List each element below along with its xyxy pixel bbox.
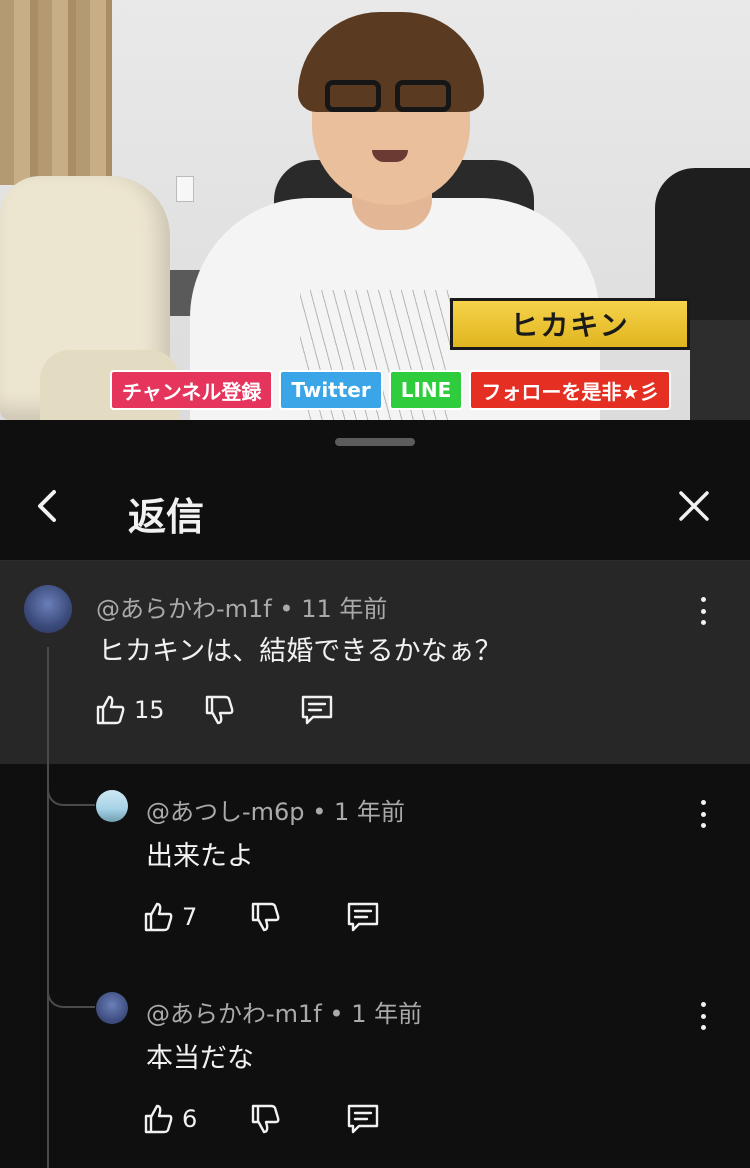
separator-dot: • [312, 798, 327, 826]
tag-follow: フォローを是非★彡 [469, 370, 672, 410]
tag-subscribe: チャンネル登録 [110, 370, 274, 410]
comment-time: 1 年前 [351, 1000, 423, 1028]
more-options-button[interactable] [698, 800, 708, 828]
like-count: 15 [134, 696, 165, 724]
comment-time: 1 年前 [333, 798, 405, 826]
reply-comment: @あらかわ-m1f • 1 年前 本当だな 6 [0, 966, 750, 1168]
comment-meta: @あつし-m6p • 1 年前 [146, 792, 405, 827]
comment-text: ヒカキンは、結婚できるかなぁ？ [98, 636, 502, 667]
comment-actions: 6 [142, 1102, 381, 1136]
video-player[interactable]: ヒカキン チャンネル登録 Twitter LINE フォローを是非★彡 [0, 0, 750, 420]
chevron-left-icon [38, 490, 56, 522]
reply-comment-icon [348, 902, 379, 932]
author-name[interactable]: @あらかわ-m1f [96, 595, 272, 623]
thumbs-up-icon [96, 695, 125, 725]
video-tags: チャンネル登録 Twitter LINE フォローを是非★彡 [110, 370, 672, 410]
drag-handle[interactable] [335, 438, 415, 446]
like-button[interactable]: 7 [142, 900, 197, 934]
comment-time: 11 年前 [301, 595, 388, 623]
comment-actions: 7 [142, 900, 381, 934]
tag-twitter: Twitter [279, 370, 383, 410]
like-count: 7 [182, 903, 198, 931]
back-button[interactable] [28, 486, 68, 526]
right-chair-base [690, 320, 750, 420]
comment-meta: @あらかわ-m1f • 1 年前 [146, 994, 422, 1029]
dislike-button[interactable] [249, 900, 283, 934]
dislike-button[interactable] [203, 693, 237, 727]
comment-text: 出来たよ [146, 841, 254, 872]
author-name[interactable]: @あらかわ-m1f [146, 1000, 322, 1028]
separator-dot: • [329, 1000, 344, 1028]
parent-comment: @あらかわ-m1f • 11 年前 ヒカキンは、結婚できるかなぁ？ 15 [0, 561, 750, 764]
avatar[interactable] [24, 585, 72, 633]
comment-meta: @あらかわ-m1f • 11 年前 [96, 589, 387, 624]
thumbs-down-icon [252, 1104, 280, 1134]
reply-comment-icon [348, 1104, 379, 1134]
like-count: 6 [182, 1105, 198, 1133]
reply-comment: @あつし-m6p • 1 年前 出来たよ 7 [0, 764, 750, 966]
author-name[interactable]: @あつし-m6p [146, 798, 305, 826]
curtain [0, 0, 112, 185]
dislike-button[interactable] [249, 1102, 283, 1136]
name-plate: ヒカキン [450, 298, 690, 350]
wall-switch [176, 176, 194, 202]
page-title: 返信 [128, 495, 205, 539]
more-options-button[interactable] [698, 597, 708, 625]
thumbs-up-icon [144, 1104, 173, 1134]
close-icon [679, 491, 709, 521]
reply-button[interactable] [345, 1102, 381, 1136]
more-options-button[interactable] [698, 1002, 708, 1030]
tag-line: LINE [388, 370, 464, 410]
like-button[interactable]: 15 [94, 693, 165, 727]
like-button[interactable]: 6 [142, 1102, 197, 1136]
separator-dot: • [279, 595, 294, 623]
glasses [325, 80, 455, 114]
thumbs-down-icon [252, 902, 280, 932]
replies-panel: 返信 @あらかわ-m1f • 11 年前 ヒカキンは、結婚できるかなぁ？ 15 [0, 422, 750, 1168]
avatar[interactable] [96, 790, 128, 822]
reply-comment-icon [301, 695, 332, 725]
reply-button[interactable] [345, 900, 381, 934]
comment-actions: 15 [94, 693, 335, 727]
reply-button[interactable] [299, 693, 335, 727]
thumbs-down-icon [205, 695, 233, 725]
avatar[interactable] [96, 992, 128, 1024]
close-button[interactable] [676, 488, 712, 524]
comment-text: 本当だな [146, 1043, 254, 1074]
thumbs-up-icon [144, 902, 173, 932]
replies-header: 返信 [0, 470, 750, 560]
